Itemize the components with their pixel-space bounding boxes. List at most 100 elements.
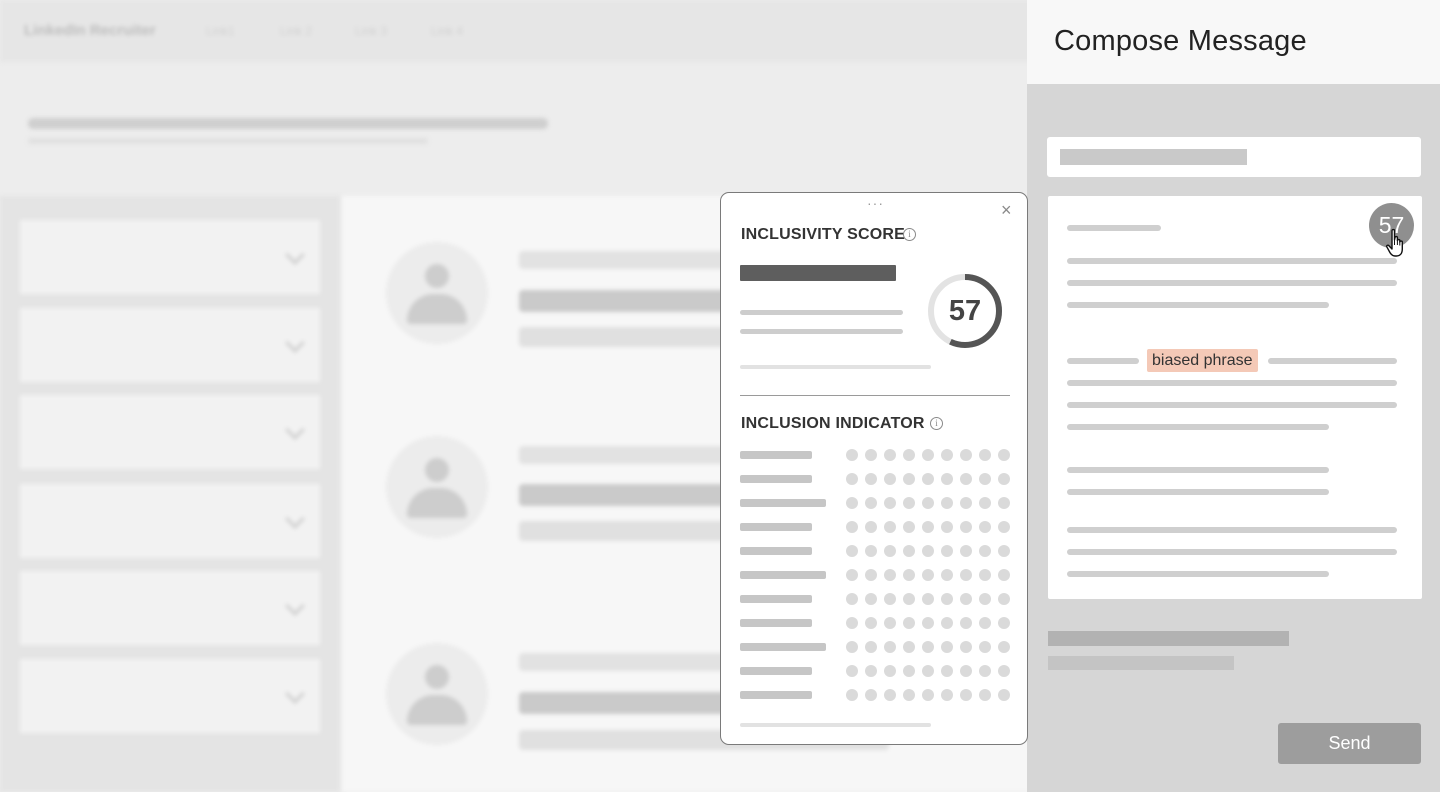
indicator-dot [846,617,858,629]
close-icon[interactable]: × [1001,201,1012,219]
indicator-dot [998,497,1010,509]
indicator-dot [846,569,858,581]
indicator-row [740,687,1012,701]
indicator-dot [941,689,953,701]
chevron-down-icon [285,245,305,265]
indicator-dot [865,593,877,605]
indicator-dot [979,521,991,533]
text-line [1067,527,1397,533]
drag-handle[interactable]: ··· [867,196,884,210]
indicator-dot [941,449,953,461]
indicator-dot [979,473,991,485]
text-line [740,329,903,334]
filter-accordion[interactable] [20,395,320,469]
subject-input[interactable] [1047,137,1421,177]
indicator-dot [941,593,953,605]
indicator-dot [865,521,877,533]
indicator-row [740,663,1012,677]
message-body-editor[interactable]: biased phrase [1048,196,1422,599]
indicator-dot [903,545,915,557]
indicator-dot [979,641,991,653]
indicator-dot [998,665,1010,677]
indicator-dot [846,521,858,533]
indicator-dot [941,569,953,581]
filter-accordion[interactable] [20,659,320,733]
indicator-dot [922,497,934,509]
indicator-dot [979,689,991,701]
indicator-dot [960,545,972,557]
candidate-line [519,251,734,269]
filter-sidebar [0,196,340,792]
compose-panel: Compose Message biased phrase 57 Send [1027,0,1440,792]
nav-link-1[interactable]: Link1 [206,24,235,38]
indicator-dot [922,665,934,677]
biased-phrase-highlight[interactable]: biased phrase [1147,349,1258,372]
nav-link-2[interactable]: Link 2 [280,24,312,38]
indicator-dot [884,449,896,461]
indicator-dot [922,521,934,533]
page-subheading-placeholder [28,138,428,144]
info-icon[interactable]: i [903,228,916,241]
indicator-dot [865,569,877,581]
indicator-dot [884,593,896,605]
indicator-dot [884,617,896,629]
indicator-dot [960,473,972,485]
signature-placeholder [1048,631,1289,646]
indicator-row [740,495,1012,509]
filter-accordion[interactable] [20,484,320,558]
filter-accordion[interactable] [20,571,320,645]
indicator-dot [960,497,972,509]
indicator-dot [922,545,934,557]
indicator-label-placeholder [740,619,812,627]
indicator-dot [941,545,953,557]
indicator-dot [865,665,877,677]
indicator-dot [960,641,972,653]
indicator-row [740,567,1012,581]
candidate-line [519,446,734,464]
indicator-dot [865,497,877,509]
text-line [740,723,931,727]
indicator-dot [922,449,934,461]
text-line [1067,424,1329,430]
hand-pointer-icon [1385,228,1403,257]
indicator-dot [884,689,896,701]
indicator-dot [846,641,858,653]
indicator-label-placeholder [740,643,826,651]
indicator-dot [979,593,991,605]
nav-link-4[interactable]: Link 4 [431,24,463,38]
filter-accordion[interactable] [20,220,320,294]
info-icon[interactable]: i [930,417,943,430]
indicator-dot [884,473,896,485]
indicator-dot [960,689,972,701]
indicator-dot [903,497,915,509]
indicator-dot [884,545,896,557]
indicator-label-placeholder [740,691,812,699]
indicator-dot [884,521,896,533]
indicator-dot [941,641,953,653]
indicator-dot [903,473,915,485]
filter-accordion[interactable] [20,308,320,382]
indicator-dot [846,689,858,701]
indicator-dot [998,617,1010,629]
nav-link-3[interactable]: Link 3 [355,24,387,38]
inclusion-indicator-title: INCLUSION INDICATOR [741,415,925,432]
indicator-dot [979,545,991,557]
send-button[interactable]: Send [1278,723,1421,764]
indicator-dot [960,569,972,581]
candidate-name-placeholder[interactable] [519,484,734,506]
candidate-line [519,653,734,671]
indicator-label-placeholder [740,475,812,483]
inclusivity-score-title: INCLUSIVITY SCORE [741,226,906,243]
candidate-line [519,521,734,541]
indicator-dot [846,449,858,461]
indicator-dot [960,521,972,533]
indicator-dot [960,449,972,461]
person-placeholder-icon [386,436,488,538]
indicator-dot [846,665,858,677]
candidate-name-placeholder[interactable] [519,290,734,312]
chevron-down-icon [285,420,305,440]
indicator-dot [979,449,991,461]
indicator-dot [903,521,915,533]
indicator-row [740,615,1012,629]
candidate-name-placeholder[interactable] [519,692,734,714]
